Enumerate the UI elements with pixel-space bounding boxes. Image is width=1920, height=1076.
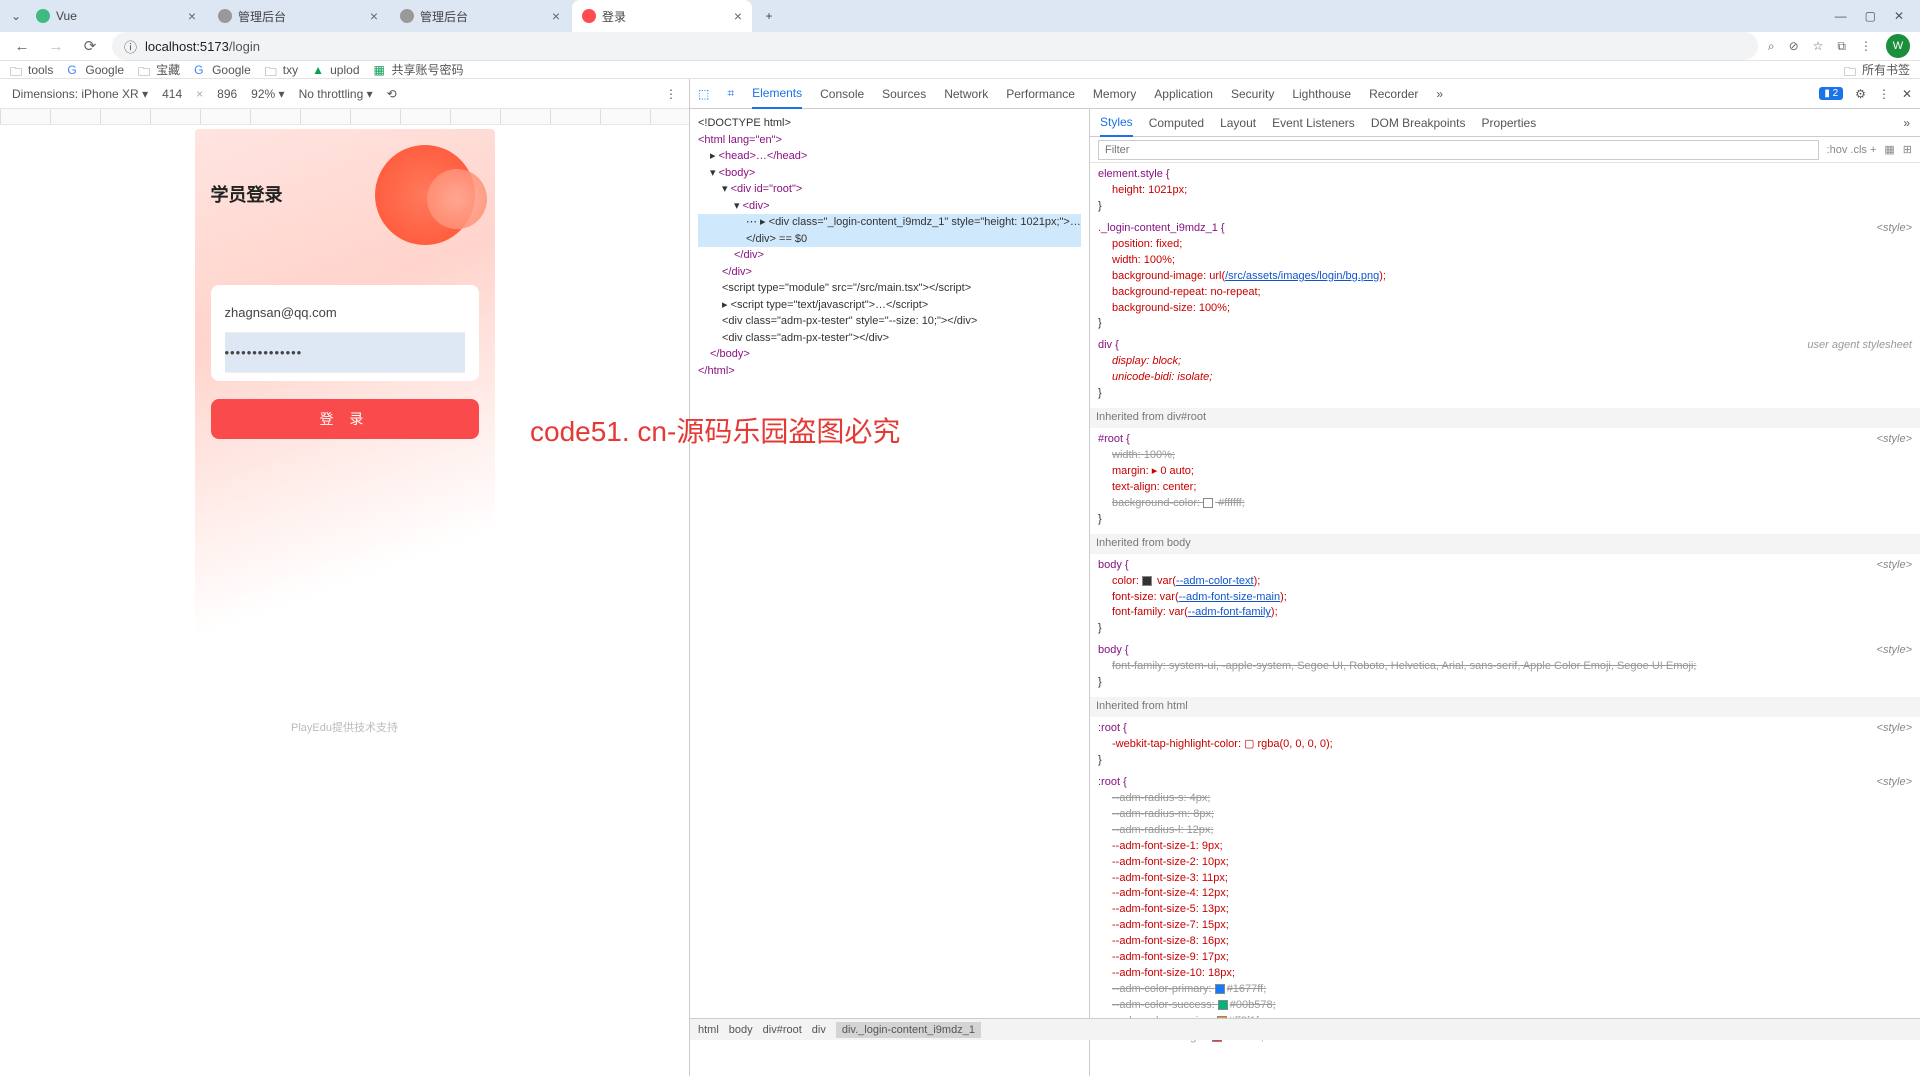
dom-tree[interactable]: <!DOCTYPE html> <html lang="en"> ▸ <head…: [690, 109, 1090, 1076]
height-input[interactable]: 896: [217, 87, 237, 101]
decorative-circle: [427, 169, 487, 229]
dom-breadcrumb[interactable]: html body div#root div div._login-conten…: [690, 1018, 1920, 1040]
close-icon[interactable]: ×: [188, 8, 196, 24]
more-tabs-icon[interactable]: »: [1436, 87, 1443, 101]
bookmark-item[interactable]: GGoogle: [194, 63, 251, 77]
browser-tab[interactable]: Vue×: [26, 0, 206, 32]
login-card: [211, 285, 479, 381]
bookmark-item[interactable]: GGoogle: [67, 63, 124, 77]
minimize-icon[interactable]: —: [1835, 9, 1847, 23]
device-menu-icon[interactable]: ⋮: [665, 87, 677, 101]
forward-button[interactable]: →: [44, 38, 68, 55]
bookmark-item[interactable]: 🗀宝藏: [138, 61, 180, 78]
styles-filter-bar: :hov .cls + ▦ ⊞: [1090, 137, 1920, 163]
address-bar: ← → ⟳ ⓘ localhost:5173/login ⌕ ⊘ ☆ ⧉ ⋮ W: [0, 32, 1920, 61]
translate-icon[interactable]: ⊘: [1789, 39, 1799, 53]
browser-tab[interactable]: 管理后台×: [390, 0, 570, 32]
login-button[interactable]: 登 录: [211, 399, 479, 439]
tab-recorder[interactable]: Recorder: [1369, 87, 1418, 101]
tab-properties[interactable]: Properties: [1482, 116, 1537, 130]
width-input[interactable]: 414: [162, 87, 182, 101]
password-field[interactable]: [225, 333, 465, 373]
close-devtools-icon[interactable]: ✕: [1902, 87, 1912, 101]
tab-computed[interactable]: Computed: [1149, 116, 1204, 130]
inspect-icon[interactable]: ⬚: [698, 87, 709, 101]
close-icon[interactable]: ×: [370, 8, 378, 24]
bookmark-item[interactable]: ▲uplod: [312, 63, 359, 77]
tab-security[interactable]: Security: [1231, 87, 1274, 101]
devtools-tabs: ⬚ ⌗ Elements Console Sources Network Per…: [690, 79, 1920, 109]
tab-sources[interactable]: Sources: [882, 87, 926, 101]
close-icon[interactable]: ×: [734, 8, 742, 24]
reload-button[interactable]: ⟳: [78, 37, 102, 55]
bookmark-item[interactable]: ▦共享账号密码: [374, 61, 464, 78]
browser-titlebar: ⌄ Vue× 管理后台× 管理后台× 登录× + — ▢ ✕: [0, 0, 1920, 32]
tab-layout[interactable]: Layout: [1220, 116, 1256, 130]
close-window-icon[interactable]: ✕: [1894, 9, 1904, 23]
zoom-select[interactable]: 92% ▾: [251, 87, 284, 101]
tab-dom-breakpoints[interactable]: DOM Breakpoints: [1371, 116, 1466, 130]
footer-text: PlayEdu提供技术支持: [195, 719, 495, 735]
tab-event-listeners[interactable]: Event Listeners: [1272, 116, 1355, 130]
menu-icon[interactable]: ⋮: [1860, 39, 1872, 53]
tab-performance[interactable]: Performance: [1006, 87, 1075, 101]
emulated-device: 学员登录 登 录 PlayEdu提供技术支持: [195, 129, 495, 749]
email-field[interactable]: [225, 293, 465, 333]
maximize-icon[interactable]: ▢: [1865, 9, 1876, 23]
ruler: [0, 109, 689, 125]
flex-icon[interactable]: ▦: [1884, 143, 1894, 156]
settings-icon[interactable]: ⚙: [1855, 87, 1866, 101]
bookmark-item[interactable]: 🗀txy: [265, 63, 298, 77]
url-field[interactable]: ⓘ localhost:5173/login: [112, 32, 1758, 60]
key-icon[interactable]: ⌕: [1768, 39, 1775, 54]
all-bookmarks[interactable]: 🗀所有书签: [1844, 61, 1910, 78]
star-icon[interactable]: ☆: [1813, 39, 1824, 53]
device-toolbar: Dimensions: iPhone XR ▾ 414 × 896 92% ▾ …: [0, 79, 689, 109]
browser-tab[interactable]: 管理后台×: [208, 0, 388, 32]
browser-tab-active[interactable]: 登录×: [572, 0, 752, 32]
bookmark-item[interactable]: 🗀tools: [10, 63, 53, 77]
device-toggle-icon[interactable]: ⌗: [727, 86, 734, 101]
bookmarks-bar: 🗀tools GGoogle 🗀宝藏 GGoogle 🗀txy ▲uplod ▦…: [0, 61, 1920, 79]
profile-avatar[interactable]: W: [1886, 34, 1910, 58]
back-button[interactable]: ←: [10, 38, 34, 55]
throttle-select[interactable]: No throttling ▾: [299, 87, 373, 101]
more-icon[interactable]: »: [1903, 116, 1910, 130]
tab-network[interactable]: Network: [944, 87, 988, 101]
tab-styles[interactable]: Styles: [1100, 109, 1133, 137]
devtools-menu-icon[interactable]: ⋮: [1878, 87, 1890, 101]
close-icon[interactable]: ×: [552, 8, 560, 24]
layout-icon[interactable]: ⊞: [1903, 143, 1912, 156]
styles-tabs: Styles Computed Layout Event Listeners D…: [1090, 109, 1920, 137]
tab-memory[interactable]: Memory: [1093, 87, 1136, 101]
hov-cls-controls[interactable]: :hov .cls +: [1827, 144, 1877, 156]
info-icon[interactable]: ⓘ: [124, 37, 137, 56]
styles-filter-input[interactable]: [1098, 140, 1819, 160]
new-tab-button[interactable]: +: [754, 0, 784, 32]
tab-elements[interactable]: Elements: [752, 79, 802, 109]
extensions-icon[interactable]: ⧉: [1837, 39, 1846, 54]
issues-badge[interactable]: ▮ 2: [1819, 87, 1843, 100]
styles-rules[interactable]: element.style { height: 1021px; } <style…: [1090, 163, 1920, 1076]
tab-console[interactable]: Console: [820, 87, 864, 101]
tablist-toggle[interactable]: ⌄: [6, 9, 26, 23]
rotate-icon[interactable]: ⟲: [387, 87, 397, 101]
tab-lighthouse[interactable]: Lighthouse: [1292, 87, 1351, 101]
device-viewport: 学员登录 登 录 PlayEdu提供技术支持: [0, 109, 689, 1076]
watermark-red: code51. cn-源码乐园盗图必究: [530, 410, 900, 450]
selected-dom-node[interactable]: ⋯ ▸ <div class="_login-content_i9mdz_1" …: [698, 214, 1081, 247]
dimensions-select[interactable]: Dimensions: iPhone XR ▾: [12, 87, 148, 101]
tab-application[interactable]: Application: [1154, 87, 1213, 101]
